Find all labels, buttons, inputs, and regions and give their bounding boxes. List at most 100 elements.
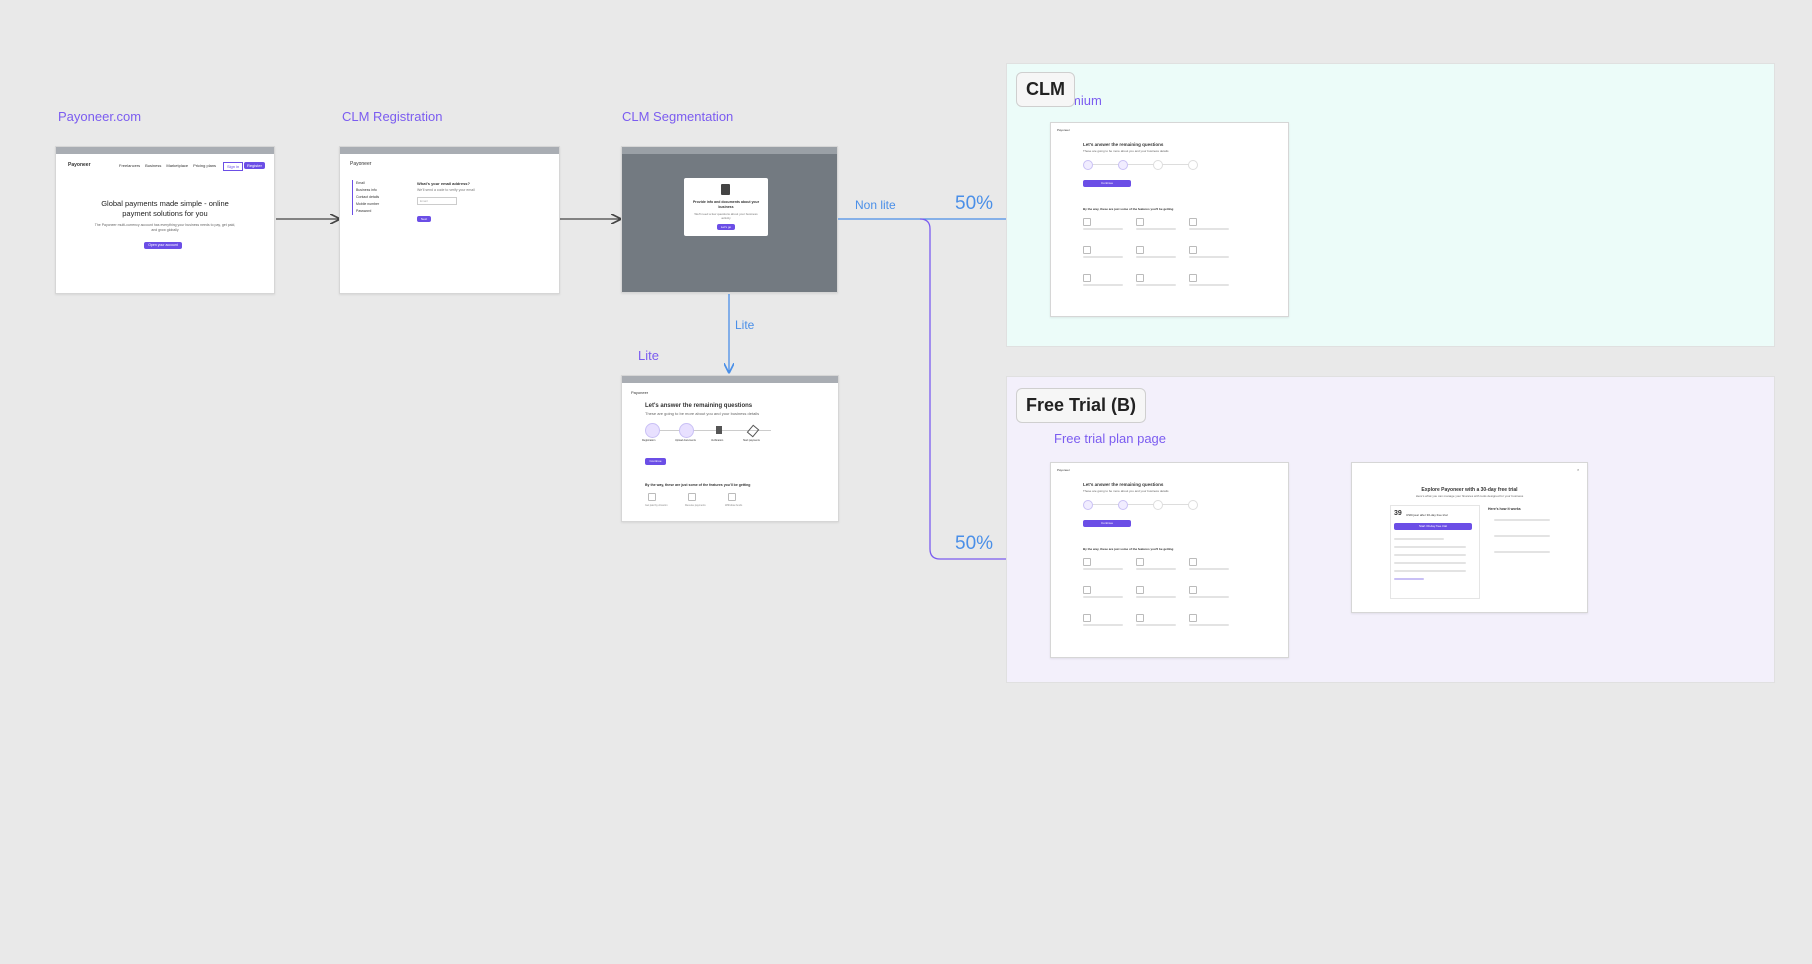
payoneer-logo: Payoneer <box>1057 128 1070 132</box>
clm-title: Let's answer the remaining questions <box>1083 482 1164 487</box>
nav-item[interactable]: Business <box>145 163 161 168</box>
clm-title: Let's answer the remaining questions <box>1083 142 1164 147</box>
step-circle <box>1188 500 1198 510</box>
step-item: Business info <box>356 188 377 192</box>
payoneer-home-frame[interactable]: Payoneer Freelancers Business Marketplac… <box>55 146 275 294</box>
placeholder-line <box>1189 568 1229 570</box>
step-label: Registration <box>642 439 656 442</box>
placeholder-line <box>1189 256 1229 258</box>
step-circle <box>1188 160 1198 170</box>
step-circle <box>1118 160 1128 170</box>
feature-icon <box>1136 586 1144 594</box>
feature-icon <box>1083 246 1091 254</box>
clm-registration-label: CLM Registration <box>342 109 443 124</box>
free-trial-tag: Free Trial (B) <box>1016 388 1147 423</box>
trial-subtitle: Here's what you can manage your finances… <box>1415 494 1524 498</box>
check-icon <box>645 423 660 438</box>
continue-button[interactable]: Continue <box>645 458 666 465</box>
split-percent-top: 50% <box>955 193 994 214</box>
open-account-button[interactable]: Open your account <box>144 242 182 249</box>
continue-button[interactable]: Continue <box>1083 180 1131 187</box>
free-trial-plan-label: Free trial plan page <box>1054 431 1167 446</box>
modal-body: We'll need a few questions about your bu… <box>694 212 758 220</box>
sign-in-button[interactable]: Sign in <box>223 162 244 171</box>
feature-icon <box>1083 218 1091 226</box>
progress-track <box>1084 504 1194 505</box>
trial-price: 39 <box>1394 510 1402 517</box>
placeholder-line <box>1189 596 1229 598</box>
email-question: What's your email address? <box>417 181 470 186</box>
free-trial-plan-frame[interactable]: × Explore Payoneer with a 30-day free tr… <box>1351 462 1588 613</box>
trial-title: Explore Payoneer with a 30-day free tria… <box>1421 487 1518 493</box>
feature-icon <box>1136 218 1144 226</box>
placeholder-line <box>1189 624 1229 626</box>
payoneer-label: Payoneer.com <box>58 109 142 124</box>
placeholder-link[interactable] <box>1394 578 1424 580</box>
step-item: Contact details <box>356 195 380 199</box>
feature-icon <box>728 493 736 501</box>
clm-tag: CLM <box>1016 72 1075 107</box>
home-subtext: The Payoneer multi-currency account has … <box>94 223 236 232</box>
feature-icon <box>1083 558 1091 566</box>
feature-icon <box>688 493 696 501</box>
clm-segmentation-label: CLM Segmentation <box>622 109 734 124</box>
feature-icon <box>1136 558 1144 566</box>
lite-subtitle: These are going to be more about you and… <box>645 411 760 416</box>
feature-icon <box>1083 586 1091 594</box>
placeholder-line <box>1083 256 1123 258</box>
clm-subtitle: These are going to be more about you and… <box>1083 149 1169 153</box>
feature-icon <box>1136 274 1144 282</box>
placeholder-line <box>1394 554 1466 556</box>
features-title: By the way, these are just some of the f… <box>1083 547 1174 551</box>
free-trial-clm-frame[interactable]: Payoneer Let's answer the remaining ques… <box>1050 462 1289 658</box>
clm-registration-frame[interactable]: Payoneer Email Business info Contact det… <box>339 146 560 294</box>
close-icon[interactable]: × <box>1577 467 1579 472</box>
browser-bar <box>622 376 838 383</box>
clm-segmentation-frame[interactable]: Provide info and documents about your bu… <box>621 146 838 293</box>
step-item: Email <box>356 181 365 185</box>
nav-item[interactable]: Freelancers <box>119 163 140 168</box>
feature-label: Withdraw funds <box>725 504 743 507</box>
placeholder-line <box>1136 624 1176 626</box>
step-circle <box>1118 500 1128 510</box>
features-title: By the way, these are just some of the f… <box>645 483 751 487</box>
lite-frame[interactable]: Payoneer Let's answer the remaining ques… <box>621 375 839 522</box>
feature-icon <box>1083 274 1091 282</box>
step-item: Mobile number <box>356 202 380 206</box>
email-input[interactable]: Email <box>417 197 457 205</box>
lets-go-button[interactable]: Let's go <box>717 224 735 230</box>
feature-label: Receive payments <box>685 504 706 507</box>
payoneer-logo: Payoneer <box>68 162 91 168</box>
payoneer-logo: Payoneer <box>631 390 649 395</box>
trial-plan-card: 39 USD/year after 30-day free trial Star… <box>1390 505 1480 599</box>
placeholder-line <box>1394 562 1466 564</box>
document-icon <box>721 184 730 195</box>
start-trial-button[interactable]: Start 30-day free trial <box>1394 523 1472 530</box>
home-headline: Global payments made simple - online pay… <box>101 199 229 218</box>
placeholder-line <box>1083 568 1123 570</box>
segmentation-modal: Provide info and documents about your bu… <box>684 178 768 236</box>
next-button[interactable]: Next <box>417 216 431 222</box>
lite-steps: Registration Upload documents Verificati… <box>642 423 772 443</box>
feature-icon <box>1189 614 1197 622</box>
continue-button[interactable]: Continue <box>1083 520 1131 527</box>
placeholder-line <box>1136 284 1176 286</box>
nav-item[interactable]: Marketplace <box>166 163 188 168</box>
clm-page-frame[interactable]: Payoneer Let's answer the remaining ques… <box>1050 122 1289 317</box>
register-button[interactable]: Register <box>244 162 265 169</box>
feature-icon <box>1189 218 1197 226</box>
feature-icon <box>1136 246 1144 254</box>
registration-steps: Email Business info Contact details Mobi… <box>352 180 379 215</box>
placeholder-line <box>1189 228 1229 230</box>
non-lite-branch-label: Non lite <box>855 198 896 212</box>
placeholder-line <box>1394 538 1444 540</box>
pin-icon <box>746 424 760 438</box>
lite-frame-label: Lite <box>638 348 659 363</box>
modal-title: Provide info and documents about your bu… <box>692 200 760 209</box>
lite-title: Let's answer the remaining questions <box>645 403 753 409</box>
feature-icon <box>1083 614 1091 622</box>
how-it-works-title: Here's how it works <box>1488 507 1521 511</box>
placeholder-line <box>1394 570 1466 572</box>
placeholder-line <box>1083 624 1123 626</box>
nav-item[interactable]: Pricing plans <box>193 163 216 168</box>
